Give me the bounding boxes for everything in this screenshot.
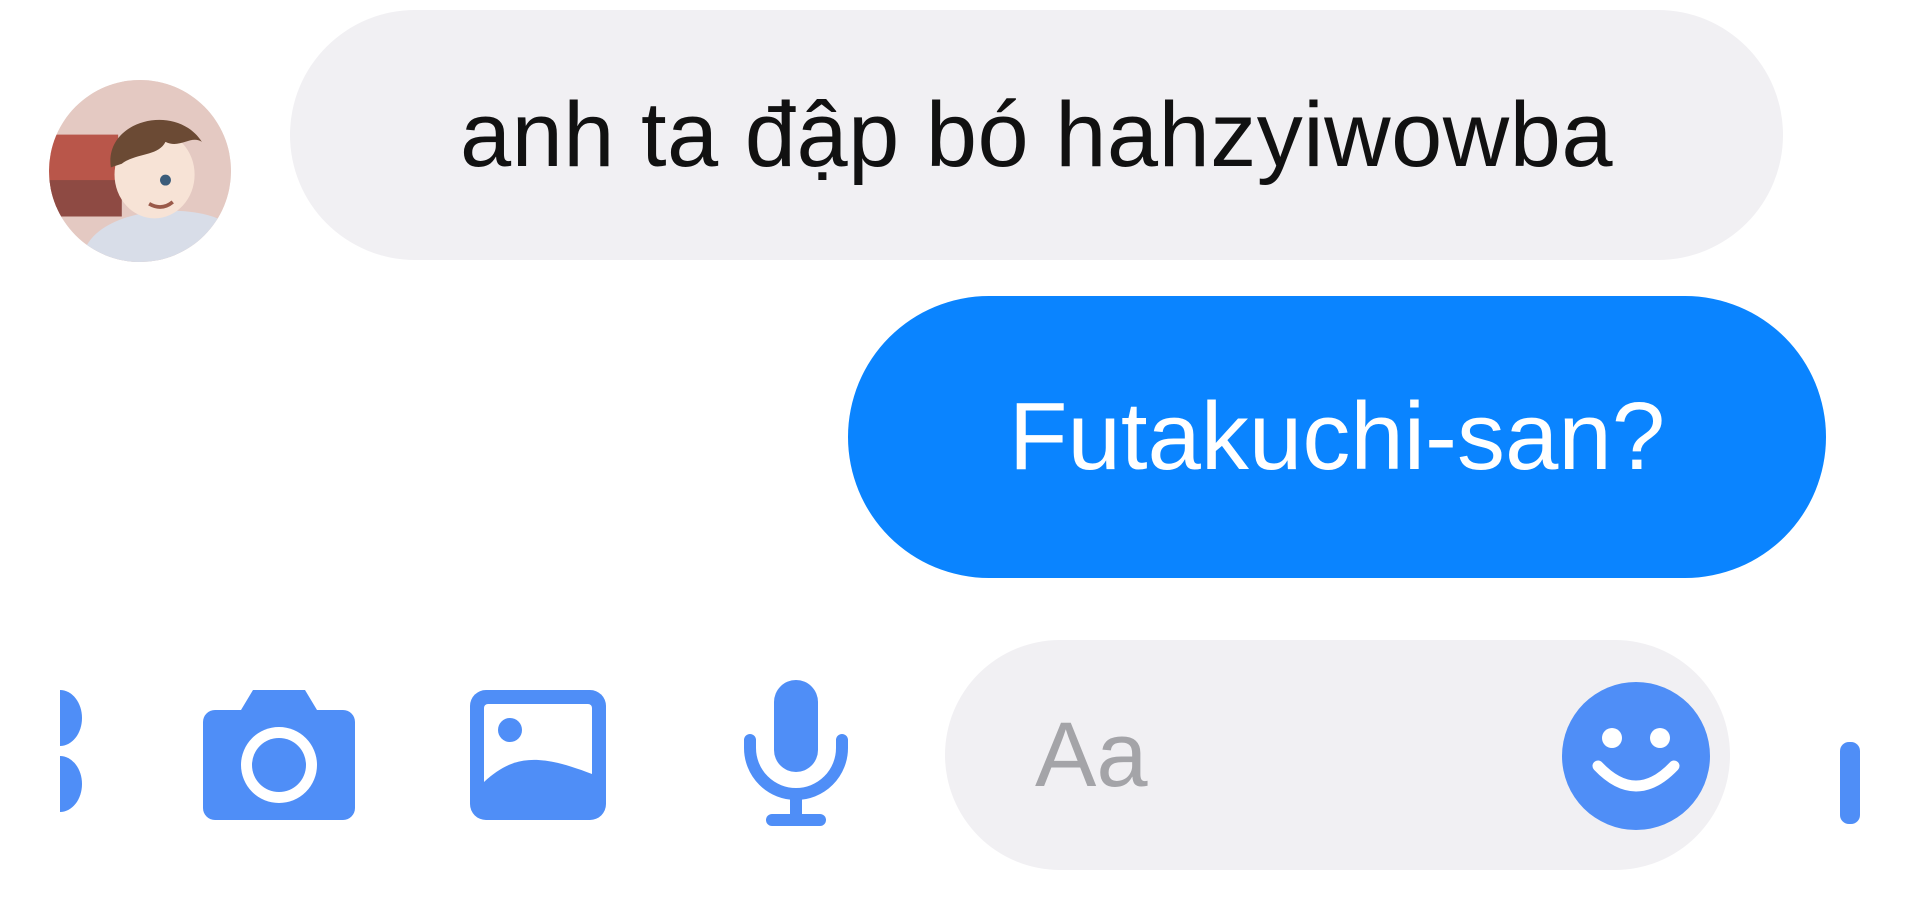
more-icon[interactable]: [60, 690, 82, 812]
message-input[interactable]: Aa: [945, 640, 1730, 870]
sender-avatar[interactable]: [49, 80, 231, 262]
message-input-placeholder: Aa: [1035, 703, 1148, 806]
incoming-message-text: anh ta đập bó hahzyiwowba: [459, 83, 1614, 186]
outgoing-message-text: Futakuchi-san?: [1008, 383, 1666, 490]
camera-icon[interactable]: [203, 690, 355, 820]
incoming-message-bubble[interactable]: anh ta đập bó hahzyiwowba: [290, 10, 1783, 260]
avatar-image: [49, 80, 231, 262]
outgoing-message-bubble[interactable]: Futakuchi-san?: [848, 296, 1826, 578]
emoji-icon[interactable]: [1562, 682, 1710, 830]
gallery-icon[interactable]: [470, 690, 606, 820]
microphone-icon[interactable]: [740, 680, 852, 828]
like-icon[interactable]: [1840, 742, 1860, 824]
